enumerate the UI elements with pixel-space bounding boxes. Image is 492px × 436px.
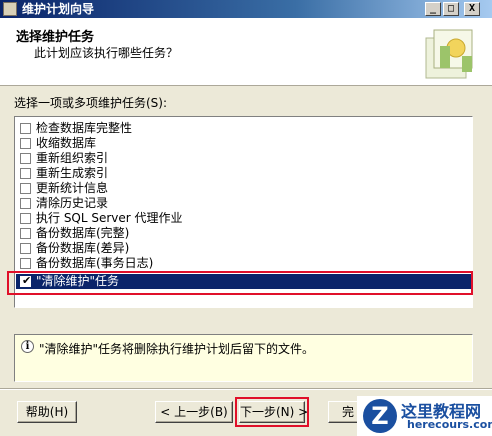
task-description-text: "清除维护"任务将删除执行维护计划后留下的文件。 [39, 342, 315, 356]
task-item-label: 备份数据库(完整) [36, 226, 130, 240]
task-item-backup-log[interactable]: 备份数据库(事务日志) [16, 256, 471, 271]
minimize-button[interactable]: _ [425, 2, 441, 16]
task-item-update-statistics[interactable]: 更新统计信息 [16, 181, 471, 196]
site-watermark: Z 这里教程网 herecours.com [357, 396, 492, 436]
checkbox[interactable] [20, 213, 31, 224]
close-button[interactable]: X [464, 2, 480, 16]
checkbox[interactable] [20, 138, 31, 149]
button-separator [0, 388, 492, 390]
back-button[interactable]: < 上一步(B) [155, 401, 233, 423]
watermark-url: herecours.com [407, 418, 492, 431]
task-item-label: 重新组织索引 [36, 151, 109, 165]
watermark-logo: Z [363, 399, 397, 433]
task-item-check-integrity[interactable]: 检查数据库完整性 [16, 121, 471, 136]
checkbox[interactable] [20, 123, 31, 134]
task-item-label: 重新生成索引 [36, 166, 109, 180]
task-item-label: 清除历史记录 [36, 196, 109, 210]
task-item-backup-full[interactable]: 备份数据库(完整) [16, 226, 471, 241]
task-item-label: 执行 SQL Server 代理作业 [36, 211, 183, 225]
task-item-backup-differential[interactable]: 备份数据库(差异) [16, 241, 471, 256]
checkbox[interactable] [20, 168, 31, 179]
maximize-button[interactable]: □ [443, 2, 459, 16]
maintenance-plan-wizard-window: 维护计划向导 _ □ X 选择维护任务 此计划应该执行哪些任务？ 选择一项或多项… [0, 0, 492, 436]
task-item-shrink-database[interactable]: 收缩数据库 [16, 136, 471, 151]
task-item-reorganize-index[interactable]: 重新组织索引 [16, 151, 471, 166]
title-bar[interactable]: 维护计划向导 _ □ X [0, 0, 492, 18]
task-item-rebuild-index[interactable]: 重新生成索引 [16, 166, 471, 181]
wizard-graphic-icon [425, 29, 473, 79]
checkbox[interactable] [20, 183, 31, 194]
next-button[interactable]: 下一步(N) > [239, 401, 308, 423]
window-title: 维护计划向导 [22, 2, 95, 16]
task-item-agent-job[interactable]: 执行 SQL Server 代理作业 [16, 211, 471, 226]
task-description-panel: i "清除维护"任务将删除执行维护计划后留下的文件。 [14, 334, 473, 382]
task-list-label: 选择一项或多项维护任务(S): [14, 96, 168, 110]
help-button[interactable]: 帮助(H) [17, 401, 77, 423]
page-subtitle: 此计划应该执行哪些任务？ [34, 46, 179, 60]
checkbox[interactable] [20, 228, 31, 239]
task-item-label: 检查数据库完整性 [36, 121, 133, 135]
checkbox[interactable] [20, 258, 31, 269]
checkbox[interactable] [20, 243, 31, 254]
info-icon: i [21, 340, 34, 353]
wizard-header: 选择维护任务 此计划应该执行哪些任务？ [0, 18, 492, 86]
checkbox[interactable] [20, 153, 31, 164]
page-title: 选择维护任务 [16, 30, 95, 45]
app-icon [3, 2, 17, 16]
task-item-label: 收缩数据库 [36, 136, 97, 150]
task-item-label: 备份数据库(事务日志) [36, 256, 154, 270]
task-item-history-cleanup[interactable]: 清除历史记录 [16, 196, 471, 211]
checkbox[interactable] [20, 198, 31, 209]
selected-task-highlight [7, 271, 473, 295]
task-item-label: 备份数据库(差异) [36, 241, 130, 255]
task-item-label: 更新统计信息 [36, 181, 109, 195]
